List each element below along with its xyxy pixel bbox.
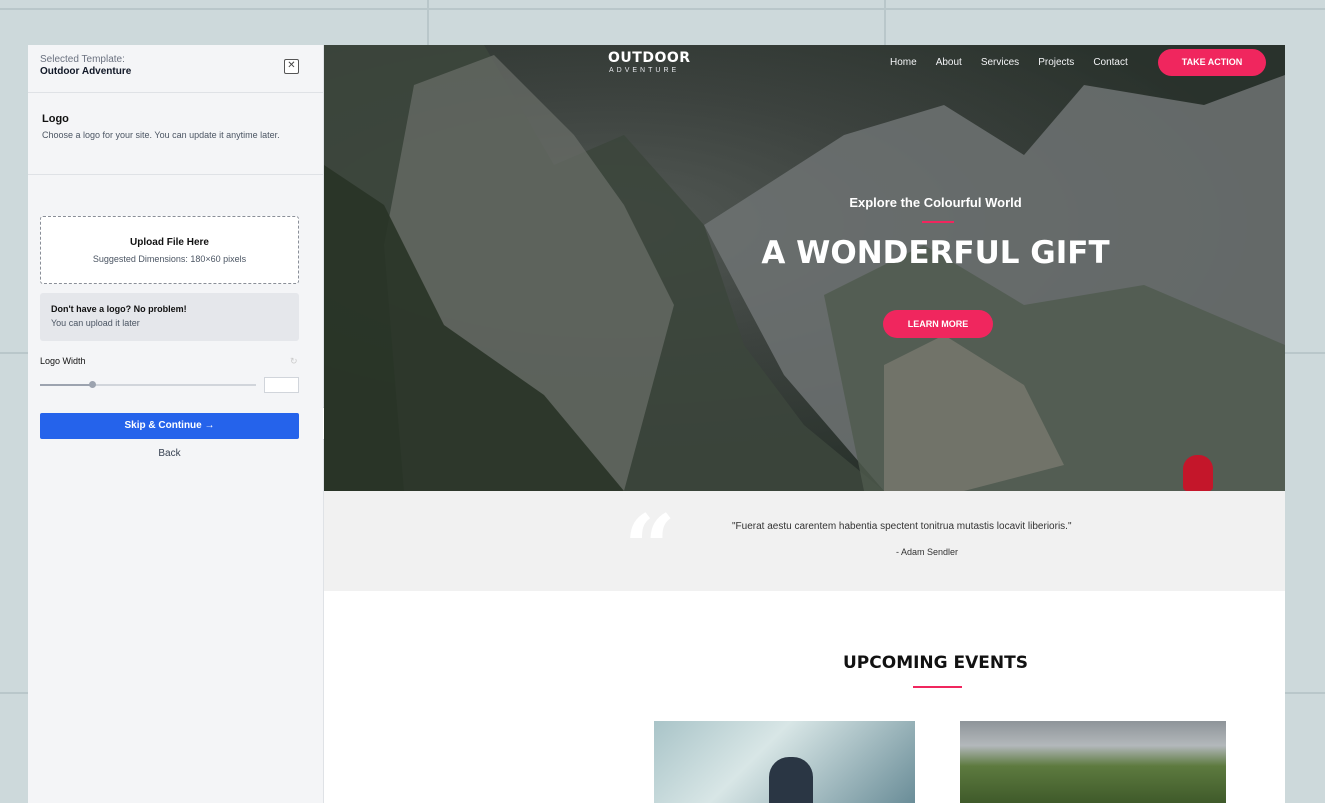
close-icon[interactable]: ✕ bbox=[284, 59, 299, 74]
events-title: UPCOMING EVENTS bbox=[843, 653, 1028, 673]
take-action-button[interactable]: TAKE ACTION bbox=[1158, 49, 1266, 76]
bg-grid-line bbox=[0, 352, 28, 354]
upload-title: Upload File Here bbox=[130, 237, 209, 248]
back-link[interactable]: Back bbox=[40, 448, 299, 459]
selected-template-label: Selected Template: bbox=[40, 54, 125, 65]
upload-hint: Suggested Dimensions: 180×60 pixels bbox=[92, 254, 247, 264]
template-preview: OUTDOOR ADVENTURE Home About Services Pr… bbox=[324, 45, 1285, 803]
testimonial-section: “ "Fuerat aestu carentem habentia specte… bbox=[324, 491, 1285, 601]
slider-handle[interactable] bbox=[88, 381, 96, 388]
nav-item-home[interactable]: Home bbox=[890, 57, 917, 68]
hero-divider bbox=[922, 221, 954, 223]
logo-section: Logo Choose a logo for your site. You ca… bbox=[28, 93, 323, 175]
nav-item-services[interactable]: Services bbox=[981, 57, 1019, 68]
event-1-person bbox=[769, 757, 813, 803]
learn-more-button[interactable]: LEARN MORE bbox=[883, 310, 993, 338]
bg-grid-line bbox=[884, 0, 886, 45]
bg-grid-line bbox=[1285, 692, 1325, 694]
quote-icon: “ bbox=[624, 495, 676, 601]
quote-text: "Fuerat aestu carentem habentia spectent… bbox=[732, 521, 1072, 532]
selected-template-name: Outdoor Adventure bbox=[40, 66, 132, 77]
site-logo[interactable]: OUTDOOR bbox=[608, 50, 691, 66]
hero-title: A WONDERFUL GIFT bbox=[761, 235, 1110, 271]
no-logo-title: Don't have a logo? No problem! bbox=[51, 304, 187, 314]
nav-item-projects[interactable]: Projects bbox=[1038, 57, 1074, 68]
bg-grid-line bbox=[0, 8, 1325, 10]
reset-icon[interactable]: ↻ bbox=[290, 356, 298, 367]
skip-continue-button[interactable]: Skip & Continue → bbox=[40, 413, 299, 439]
no-logo-notice: Don't have a logo? No problem! You can u… bbox=[40, 293, 299, 341]
bg-grid-line bbox=[1285, 352, 1325, 354]
site-nav: Home About Services Projects Contact bbox=[890, 57, 1128, 68]
logo-section-description: Choose a logo for your site. You can upd… bbox=[42, 130, 280, 140]
nav-item-contact[interactable]: Contact bbox=[1093, 57, 1127, 68]
logo-width-input[interactable] bbox=[264, 377, 299, 393]
logo-width-slider[interactable] bbox=[40, 381, 256, 388]
bg-grid-line bbox=[0, 692, 28, 694]
site-logo-subtitle: ADVENTURE bbox=[609, 67, 680, 74]
upload-file-dropzone[interactable]: Upload File Here Suggested Dimensions: 1… bbox=[40, 216, 299, 284]
hero-subtitle: Explore the Colourful World bbox=[849, 195, 1022, 210]
logo-width-label: Logo Width bbox=[40, 356, 86, 366]
slider-fill bbox=[40, 384, 92, 386]
logo-section-title: Logo bbox=[42, 113, 69, 125]
hero-section: OUTDOOR ADVENTURE Home About Services Pr… bbox=[324, 45, 1285, 491]
nav-item-about[interactable]: About bbox=[936, 57, 962, 68]
setup-sidebar: Selected Template: Outdoor Adventure ✕ L… bbox=[28, 45, 324, 803]
events-divider bbox=[913, 686, 962, 688]
bg-grid-line bbox=[427, 0, 429, 45]
event-image-2[interactable] bbox=[960, 721, 1226, 803]
hiker-figure bbox=[1183, 455, 1213, 491]
no-logo-subtitle: You can upload it later bbox=[51, 318, 140, 328]
quote-author: - Adam Sendler bbox=[896, 547, 959, 557]
sidebar-header: Selected Template: Outdoor Adventure ✕ bbox=[28, 45, 323, 93]
